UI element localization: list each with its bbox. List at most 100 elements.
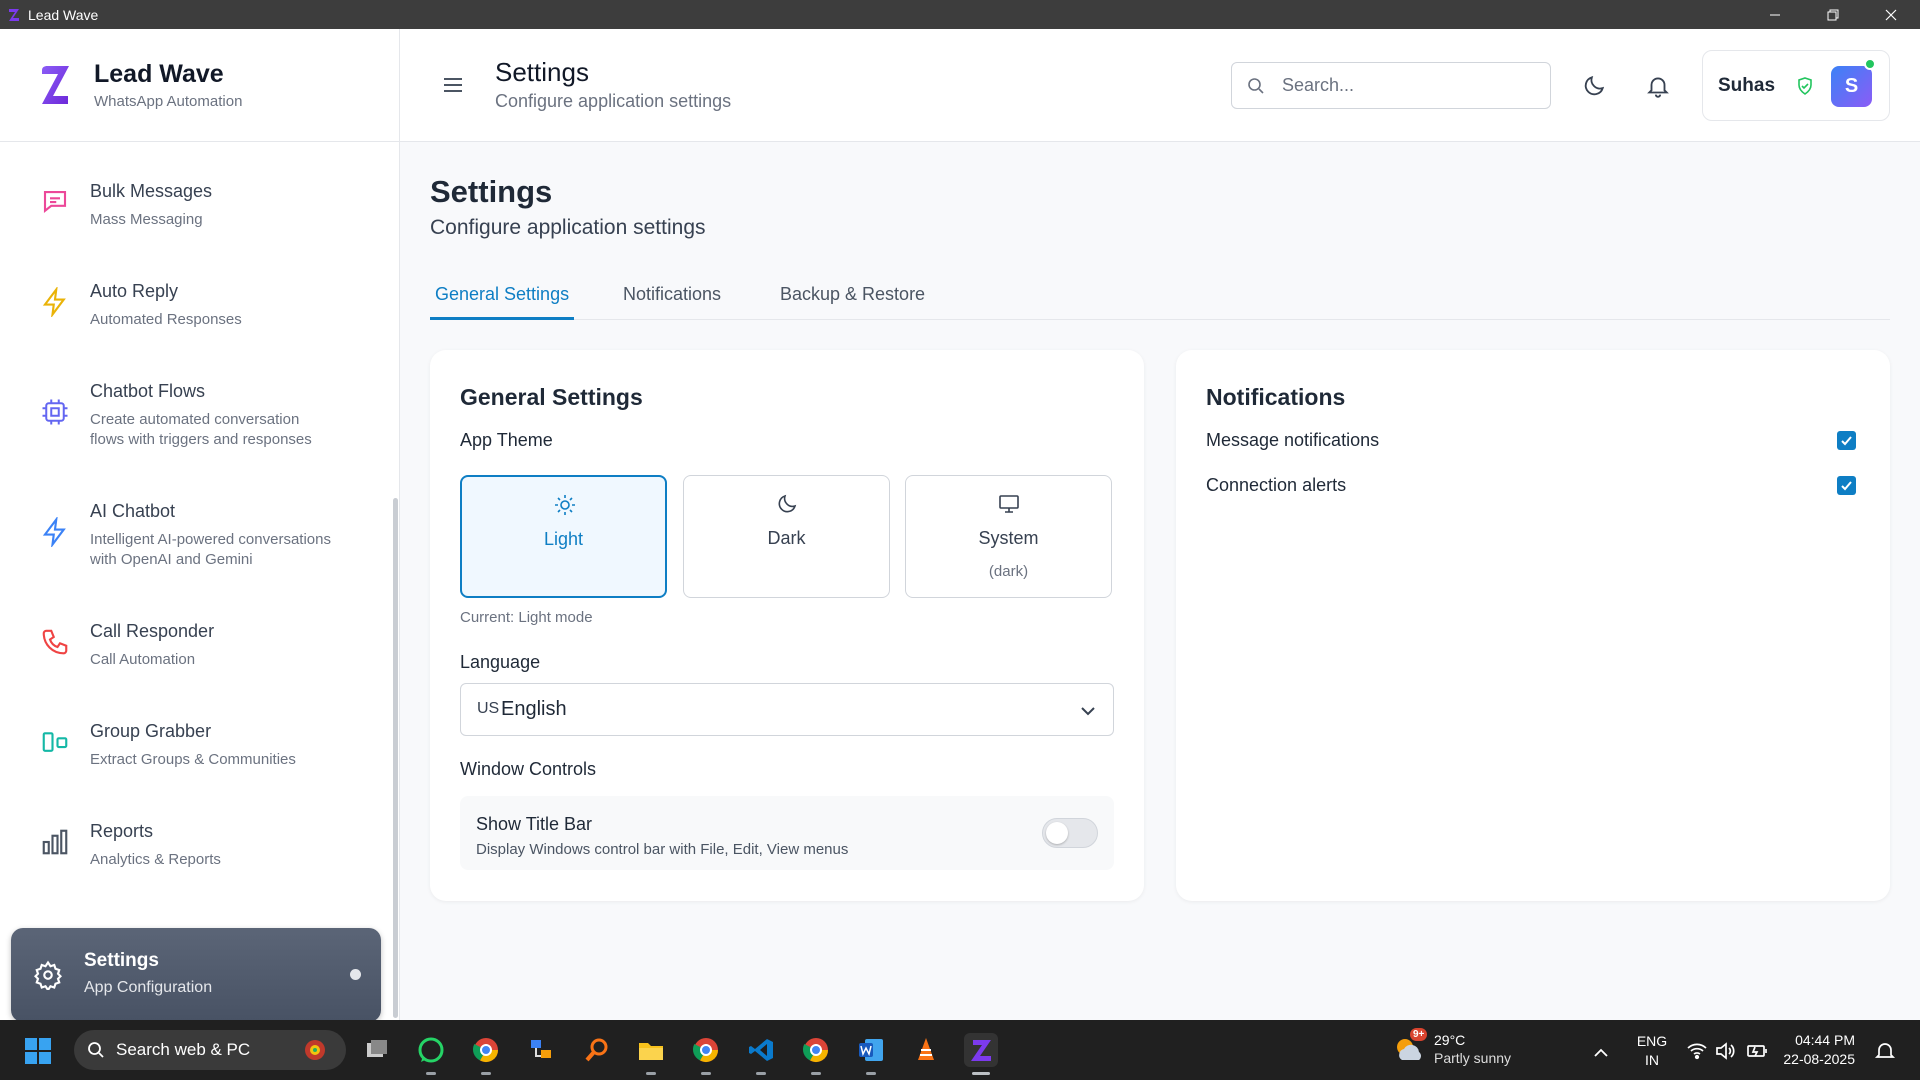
word-icon	[859, 1039, 883, 1061]
sun-icon	[555, 495, 575, 515]
theme-option-dark[interactable]: Dark	[683, 475, 890, 598]
windows-taskbar: Search web & PC 9+ 29°C Partly sunny ENG…	[0, 1020, 1920, 1080]
wifi-icon[interactable]	[1686, 1040, 1708, 1062]
phone-icon	[42, 629, 68, 655]
dark-mode-toggle-moon-icon[interactable]	[1581, 73, 1607, 99]
taskbar-app-search-tool[interactable]	[580, 1033, 614, 1067]
volume-icon[interactable]	[1714, 1040, 1736, 1062]
sidebar-item-sub: Extract Groups & Communities	[90, 751, 296, 768]
clock-date: 22-08-2025	[1783, 1051, 1855, 1067]
taskbar-app-network-tool[interactable]	[524, 1033, 558, 1067]
brand-tagline: WhatsApp Automation	[94, 93, 243, 110]
chrome-icon	[692, 1038, 718, 1063]
sidebar-item-sub-line: with OpenAI and Gemini	[90, 551, 253, 568]
sidebar-item-label: Call Responder	[90, 621, 215, 641]
show-title-bar-toggle[interactable]	[1042, 818, 1098, 848]
lead-wave-logo-icon	[42, 66, 69, 104]
app-theme-label: App Theme	[460, 430, 553, 450]
message-notifications-checkbox[interactable]	[1837, 431, 1856, 450]
card-title: Notifications	[1206, 384, 1346, 410]
sidebar-item-label: AI Chatbot	[90, 501, 176, 521]
tab-general-settings[interactable]: General Settings	[430, 276, 575, 320]
sidebar-item-group-grabber[interactable]: Group Grabber Extract Groups & Communiti…	[12, 721, 382, 770]
battery-icon[interactable]	[1746, 1040, 1768, 1062]
gear-icon	[33, 960, 63, 990]
language-code: ENG	[1636, 1033, 1668, 1049]
current-theme-text: Current: Light mode	[460, 609, 593, 626]
taskbar-app-lead-wave[interactable]	[964, 1033, 998, 1075]
language-select[interactable]: US English	[460, 683, 1114, 736]
running-indicator	[811, 1072, 821, 1075]
weather-icon: 9+	[1392, 1028, 1428, 1066]
chevron-down-icon	[1081, 707, 1095, 716]
chrome-icon	[802, 1038, 828, 1063]
taskbar-app-vscode[interactable]	[744, 1033, 778, 1075]
taskbar-app-chrome-3[interactable]	[799, 1033, 833, 1075]
search-highlight-icon	[305, 1040, 325, 1060]
menu-icon[interactable]	[442, 74, 464, 96]
sidebar-item-sub: Automated Responses	[90, 311, 242, 328]
close-button[interactable]	[1862, 0, 1920, 29]
network-app-icon	[531, 1040, 551, 1058]
notification-row-message: Message notifications	[1206, 430, 1856, 456]
sidebar-item-call-responder[interactable]: Call Responder Call Automation	[12, 621, 382, 670]
theme-option-label: Dark	[767, 528, 806, 548]
sidebar-item-auto-reply[interactable]: Auto Reply Automated Responses	[12, 281, 382, 330]
chevron-up-icon[interactable]	[1590, 1042, 1612, 1064]
restore-button[interactable]	[1804, 0, 1862, 29]
tab-backup-restore[interactable]: Backup & Restore	[780, 276, 925, 320]
taskbar-clock[interactable]: 04:44 PM 22-08-2025	[1780, 1031, 1855, 1069]
sidebar-item-bulk-messages[interactable]: Bulk Messages Mass Messaging	[12, 181, 382, 230]
connection-alerts-checkbox[interactable]	[1837, 476, 1856, 495]
taskbar-app-chrome-2[interactable]	[689, 1033, 723, 1075]
clock-time: 04:44 PM	[1795, 1032, 1855, 1048]
window-titlebar: Lead Wave	[0, 0, 1920, 29]
close-icon	[1885, 9, 1897, 20]
lead-wave-icon	[971, 1040, 991, 1061]
taskbar-search[interactable]: Search web & PC	[74, 1030, 346, 1070]
show-title-bar-desc: Display Windows control bar with File, E…	[476, 841, 849, 858]
sidebar-item-sub: Call Automation	[90, 651, 196, 668]
restore-icon	[1827, 9, 1839, 20]
sidebar-scrollbar-thumb[interactable]	[393, 498, 398, 1018]
check-icon	[1841, 436, 1852, 446]
weather-condition: Partly sunny	[1434, 1050, 1512, 1066]
taskbar-app-chrome-1[interactable]	[469, 1033, 503, 1075]
lightning-icon	[42, 287, 66, 317]
input-language-indicator[interactable]: ENG IN	[1634, 1032, 1670, 1070]
sidebar-scrollbar[interactable]	[393, 142, 399, 1020]
avatar: S	[1831, 66, 1872, 107]
taskbar-app-word[interactable]	[854, 1033, 888, 1075]
notification-bell-icon[interactable]	[1645, 73, 1671, 99]
theme-option-system[interactable]: System (dark)	[905, 475, 1112, 598]
theme-option-light[interactable]: Light	[460, 475, 667, 598]
sidebar-item-ai-chatbot[interactable]: AI Chatbot Intelligent AI-powered conver…	[12, 501, 382, 570]
weather-badge: 9+	[1410, 1028, 1428, 1041]
search-box[interactable]	[1231, 62, 1551, 109]
taskbar-search-text: Search web & PC	[116, 1040, 251, 1059]
brand-name: Lead Wave	[94, 60, 224, 88]
top-header: Settings Configure application settings …	[400, 29, 1920, 142]
windows-start-icon[interactable]	[24, 1037, 52, 1065]
sidebar-item-sub: Intelligent AI-powered conversations with…	[90, 530, 331, 570]
user-profile-button[interactable]: Suhas S	[1702, 50, 1890, 121]
app-logo-icon	[9, 8, 19, 21]
sidebar-item-sub-line: flows with triggers and responses	[90, 431, 312, 448]
sidebar-item-reports[interactable]: Reports Analytics & Reports	[12, 821, 382, 870]
taskbar-weather[interactable]: 9+ 29°C Partly sunny	[1392, 1028, 1512, 1066]
sidebar-item-settings[interactable]: Settings App Configuration	[11, 928, 381, 1022]
taskbar-app-whatsapp[interactable]	[414, 1033, 448, 1075]
sidebar-item-chatbot-flows[interactable]: Chatbot Flows Create automated conversat…	[12, 381, 382, 450]
taskbar-app-vlc[interactable]	[909, 1033, 943, 1067]
window-controls-label: Window Controls	[460, 759, 597, 779]
sidebar-item-label: Auto Reply	[90, 281, 179, 301]
minimize-button[interactable]	[1746, 0, 1804, 29]
taskbar-app-task-view[interactable]	[360, 1033, 394, 1067]
notification-center-icon[interactable]	[1874, 1040, 1896, 1062]
tab-notifications[interactable]: Notifications	[623, 276, 721, 320]
running-indicator	[426, 1072, 436, 1075]
message-square-icon	[43, 190, 67, 213]
minimize-icon	[1770, 14, 1780, 15]
search-input[interactable]	[1282, 75, 1522, 96]
taskbar-app-file-explorer[interactable]	[634, 1033, 668, 1075]
